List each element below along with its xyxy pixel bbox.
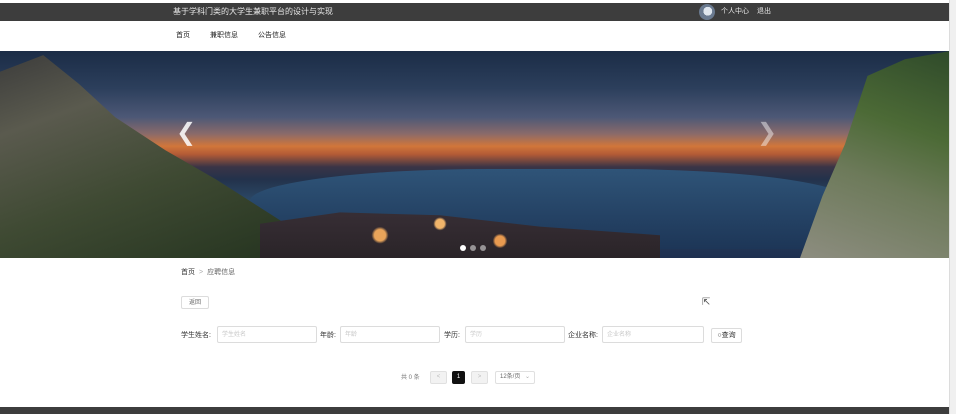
age-label: 年龄: bbox=[320, 332, 336, 339]
chevron-left-icon[interactable]: ❮ bbox=[176, 121, 196, 145]
chevron-down-icon: ⌄ bbox=[524, 374, 530, 380]
banner-cliff-right bbox=[800, 51, 950, 258]
breadcrumb-home[interactable]: 首页 bbox=[181, 269, 195, 276]
back-button[interactable]: 返回 bbox=[181, 296, 209, 309]
student-name-input[interactable] bbox=[217, 326, 317, 343]
mouse-cursor-icon: ⇱ bbox=[702, 297, 711, 308]
carousel-dot-2[interactable] bbox=[470, 245, 476, 251]
company-name-input[interactable] bbox=[602, 326, 704, 343]
breadcrumb-current: 应聘信息 bbox=[207, 269, 236, 276]
pagination-page-1[interactable]: 1 bbox=[452, 371, 465, 384]
breadcrumb-separator: > bbox=[199, 269, 204, 276]
nav-item-notices[interactable]: 公告信息 bbox=[258, 31, 286, 41]
pagination-next-button[interactable]: > bbox=[471, 371, 488, 384]
breadcrumb: 首页 > 应聘信息 bbox=[181, 268, 235, 278]
student-name-label: 学生姓名: bbox=[181, 332, 211, 339]
nav-item-home[interactable]: 首页 bbox=[176, 31, 190, 41]
carousel-dot-1[interactable] bbox=[460, 245, 466, 251]
personal-center-link[interactable]: 个人中心 bbox=[721, 6, 749, 18]
site-title: 基于学科门类的大学生兼职平台的设计与实现 bbox=[173, 7, 333, 16]
page-size-value: 12条/页 bbox=[500, 374, 521, 380]
top-bar: 基于学科门类的大学生兼职平台的设计与实现 个人中心 退出 bbox=[0, 3, 950, 21]
main-nav: 首页 兼职信息 公告信息 bbox=[0, 21, 950, 51]
page-size-select[interactable]: 12条/页 ⌄ bbox=[495, 371, 535, 384]
footer-bar bbox=[0, 407, 950, 414]
education-label: 学历: bbox=[444, 332, 460, 339]
company-name-label: 企业名称: bbox=[568, 332, 598, 339]
search-button-label: 查询 bbox=[721, 332, 736, 339]
age-input[interactable] bbox=[340, 326, 440, 343]
carousel-dot-3[interactable] bbox=[480, 245, 486, 251]
education-input[interactable] bbox=[465, 326, 565, 343]
scrollbar[interactable] bbox=[949, 0, 956, 414]
search-button[interactable]: ○查询 bbox=[711, 328, 742, 343]
pagination-total: 共 0 条 bbox=[401, 375, 420, 381]
chevron-right-icon[interactable]: ❯ bbox=[757, 121, 777, 145]
pagination-prev-button[interactable]: < bbox=[430, 371, 447, 384]
banner-carousel: ❮ ❯ bbox=[0, 51, 950, 258]
avatar[interactable] bbox=[699, 4, 715, 20]
nav-item-jobs[interactable]: 兼职信息 bbox=[210, 31, 238, 41]
logout-link[interactable]: 退出 bbox=[757, 6, 771, 18]
